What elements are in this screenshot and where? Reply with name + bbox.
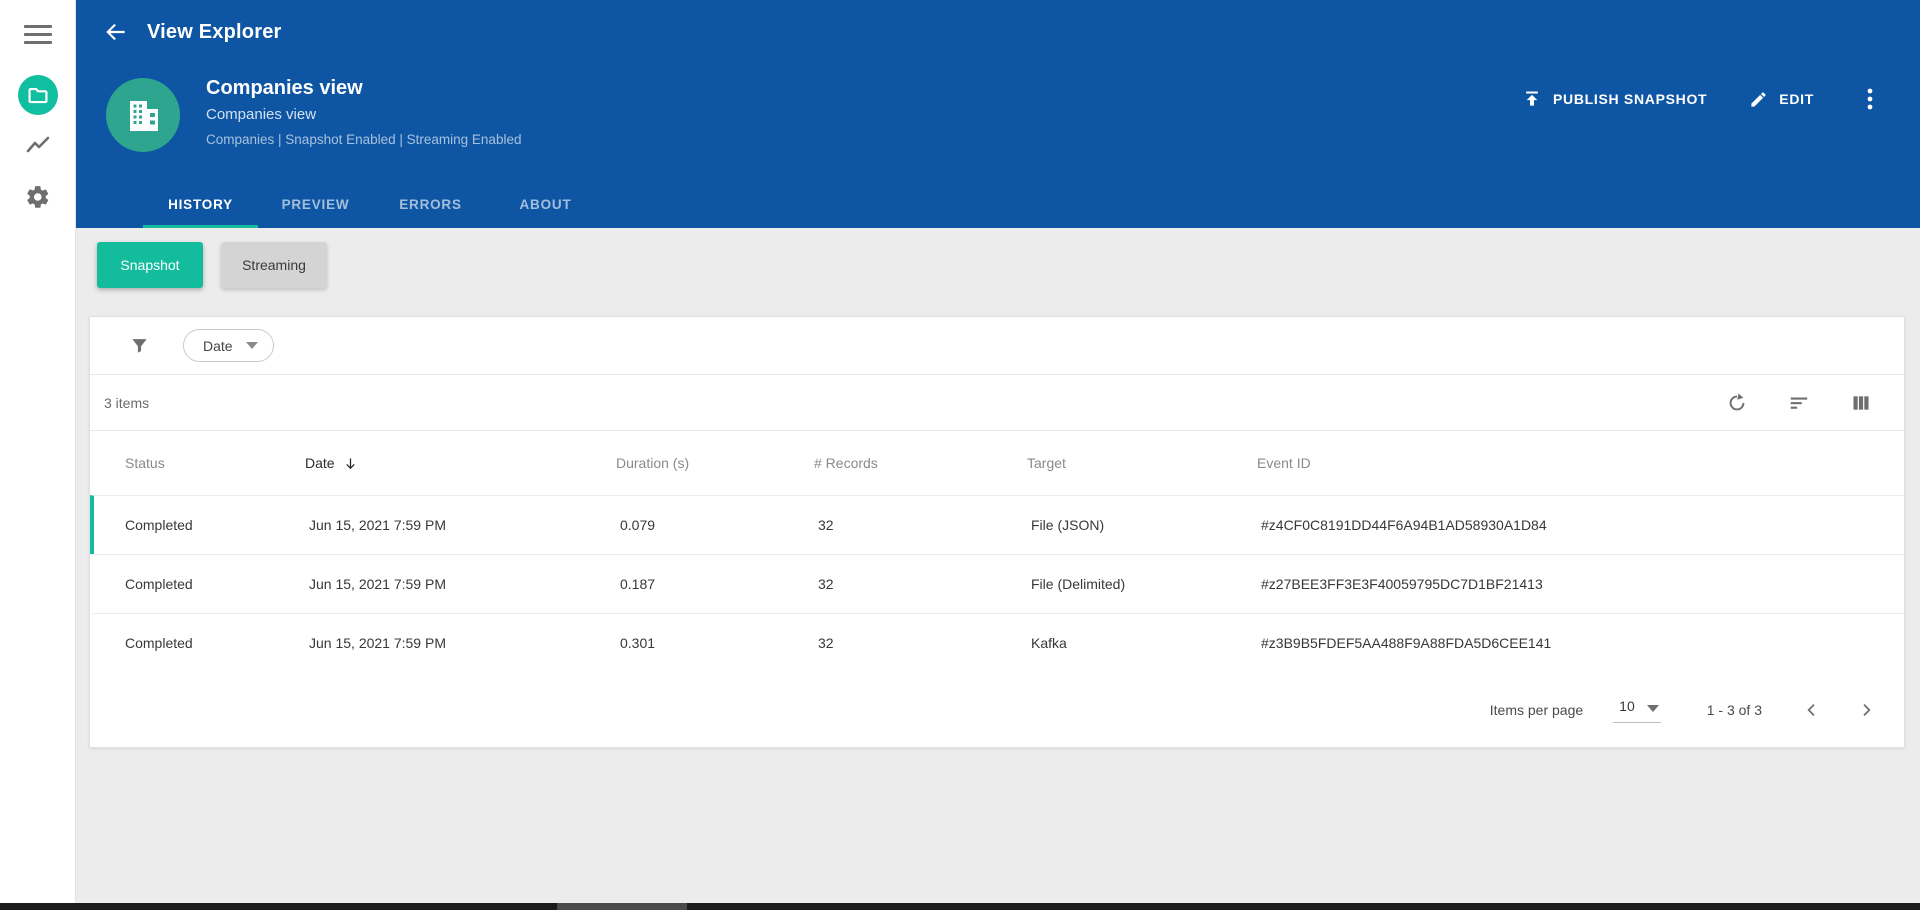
cell-date: Jun 15, 2021 7:59 PM: [309, 517, 446, 533]
view-subtitle: Companies view: [206, 106, 317, 123]
columns-icon[interactable]: [1848, 390, 1874, 416]
table-header-row: Status Date Duration (s) # Records Targe…: [90, 431, 1904, 495]
more-options-kebab-icon[interactable]: [1856, 85, 1884, 113]
snapshot-toggle-button[interactable]: Snapshot: [97, 242, 203, 288]
column-header-records[interactable]: # Records: [814, 455, 1027, 471]
back-arrow-icon[interactable]: [96, 12, 136, 52]
table-row[interactable]: Completed Jun 15, 2021 7:59 PM 0.079 32 …: [90, 495, 1904, 554]
topbar: View Explorer: [76, 0, 1920, 64]
column-header-target[interactable]: Target: [1027, 455, 1257, 471]
cell-event-id: #z27BEE3FF3E3F40059795DC7D1BF21413: [1261, 576, 1543, 592]
sidebar: [0, 0, 76, 903]
date-filter-label: Date: [203, 337, 233, 354]
cell-records: 32: [818, 576, 834, 592]
cell-target: File (Delimited): [1031, 576, 1126, 592]
table-tools: [1724, 390, 1874, 416]
cell-duration: 0.079: [620, 517, 656, 533]
column-header-status[interactable]: Status: [90, 455, 305, 471]
folder-icon: [27, 84, 49, 106]
filter-funnel-icon[interactable]: [130, 336, 149, 355]
page-size-select[interactable]: 10: [1613, 696, 1661, 723]
sidebar-item-settings[interactable]: [18, 177, 58, 217]
sidebar-item-metrics[interactable]: [18, 126, 58, 166]
view-header-text: Companies view Companies view Companies …: [206, 77, 521, 180]
view-title: Companies view: [206, 77, 363, 99]
scrollbar-thumb[interactable]: [557, 903, 687, 910]
edit-label: EDIT: [1779, 91, 1814, 107]
page-size-value: 10: [1619, 698, 1635, 714]
history-card: Date 3 items Status Date Duration (s) # …: [89, 316, 1905, 748]
horizontal-scrollbar[interactable]: [0, 903, 1920, 910]
streaming-toggle-button[interactable]: Streaming: [221, 242, 327, 288]
cell-target: Kafka: [1031, 635, 1067, 651]
chevron-down-icon: [1646, 704, 1659, 712]
cell-status: Completed: [125, 517, 193, 533]
publish-snapshot-label: PUBLISH SNAPSHOT: [1552, 91, 1708, 107]
tab-history[interactable]: HISTORY: [143, 180, 258, 228]
chevron-down-icon: [245, 342, 258, 349]
table-toolbar: 3 items: [90, 375, 1904, 431]
date-header-label: Date: [305, 455, 335, 471]
views-active-badge: [18, 75, 58, 115]
column-header-duration[interactable]: Duration (s): [616, 455, 814, 471]
view-summary: Companies view Companies view Companies …: [76, 64, 1920, 180]
cell-records: 32: [818, 635, 834, 651]
sidebar-item-views[interactable]: [18, 75, 58, 115]
hamburger-menu-icon[interactable]: [24, 22, 52, 46]
main-panel: View Explorer Companies view Companies v…: [76, 0, 1920, 903]
cell-event-id: #z4CF0C8191DD44F6A94B1AD58930A1D84: [1261, 517, 1547, 533]
tab-preview[interactable]: PREVIEW: [258, 180, 373, 228]
tab-errors[interactable]: ERRORS: [373, 180, 488, 228]
filter-bar: Date: [90, 317, 1904, 375]
items-per-page-label: Items per page: [1489, 701, 1584, 718]
previous-page-button[interactable]: [1798, 696, 1826, 724]
cell-event-id: #z3B9B5FDEF5AA488F9A88FDA5D6CEE141: [1261, 635, 1552, 651]
items-count: 3 items: [104, 394, 150, 411]
gear-icon: [25, 184, 51, 210]
upload-icon: [1522, 89, 1542, 109]
view-explorer-header: View Explorer Companies view Companies v…: [76, 0, 1920, 228]
history-tab-content: Snapshot Streaming Date 3 items Status D…: [76, 228, 1920, 903]
cell-target: File (JSON): [1031, 517, 1105, 533]
tab-about[interactable]: ABOUT: [488, 180, 603, 228]
page-title: View Explorer: [147, 20, 282, 43]
tab-bar: HISTORY PREVIEW ERRORS ABOUT: [76, 180, 1920, 228]
sort-desc-arrow-icon: [343, 456, 358, 471]
sort-icon[interactable]: [1786, 390, 1812, 416]
refresh-icon[interactable]: [1724, 390, 1750, 416]
column-header-event-id[interactable]: Event ID: [1257, 455, 1904, 471]
header-actions: PUBLISH SNAPSHOT EDIT: [1522, 79, 1884, 119]
mode-toggle-group: Snapshot Streaming: [76, 228, 1920, 288]
date-filter-dropdown[interactable]: Date: [183, 329, 274, 362]
pencil-icon: [1749, 90, 1768, 109]
building-icon: [122, 94, 164, 136]
table-row[interactable]: Completed Jun 15, 2021 7:59 PM 0.301 32 …: [90, 613, 1904, 672]
page-range: 1 - 3 of 3: [1706, 701, 1762, 718]
cell-date: Jun 15, 2021 7:59 PM: [309, 635, 446, 651]
cell-duration: 0.187: [620, 576, 656, 592]
edit-button[interactable]: EDIT: [1749, 90, 1814, 109]
publish-snapshot-button[interactable]: PUBLISH SNAPSHOT: [1522, 89, 1707, 109]
table-row[interactable]: Completed Jun 15, 2021 7:59 PM 0.187 32 …: [90, 554, 1904, 613]
next-page-button[interactable]: [1852, 696, 1880, 724]
app-window: View Explorer Companies view Companies v…: [0, 0, 1920, 903]
column-header-date[interactable]: Date: [305, 455, 616, 471]
view-meta: Companies | Snapshot Enabled | Streaming…: [206, 132, 522, 147]
view-avatar: [106, 78, 180, 152]
trending-chart-icon: [24, 132, 52, 160]
cell-records: 32: [818, 517, 834, 533]
cell-duration: 0.301: [620, 635, 656, 651]
pagination-bar: Items per page 10 1 - 3 of 3: [90, 672, 1904, 747]
sidebar-nav: [18, 75, 58, 217]
cell-status: Completed: [125, 576, 193, 592]
cell-status: Completed: [125, 635, 193, 651]
cell-date: Jun 15, 2021 7:59 PM: [309, 576, 446, 592]
